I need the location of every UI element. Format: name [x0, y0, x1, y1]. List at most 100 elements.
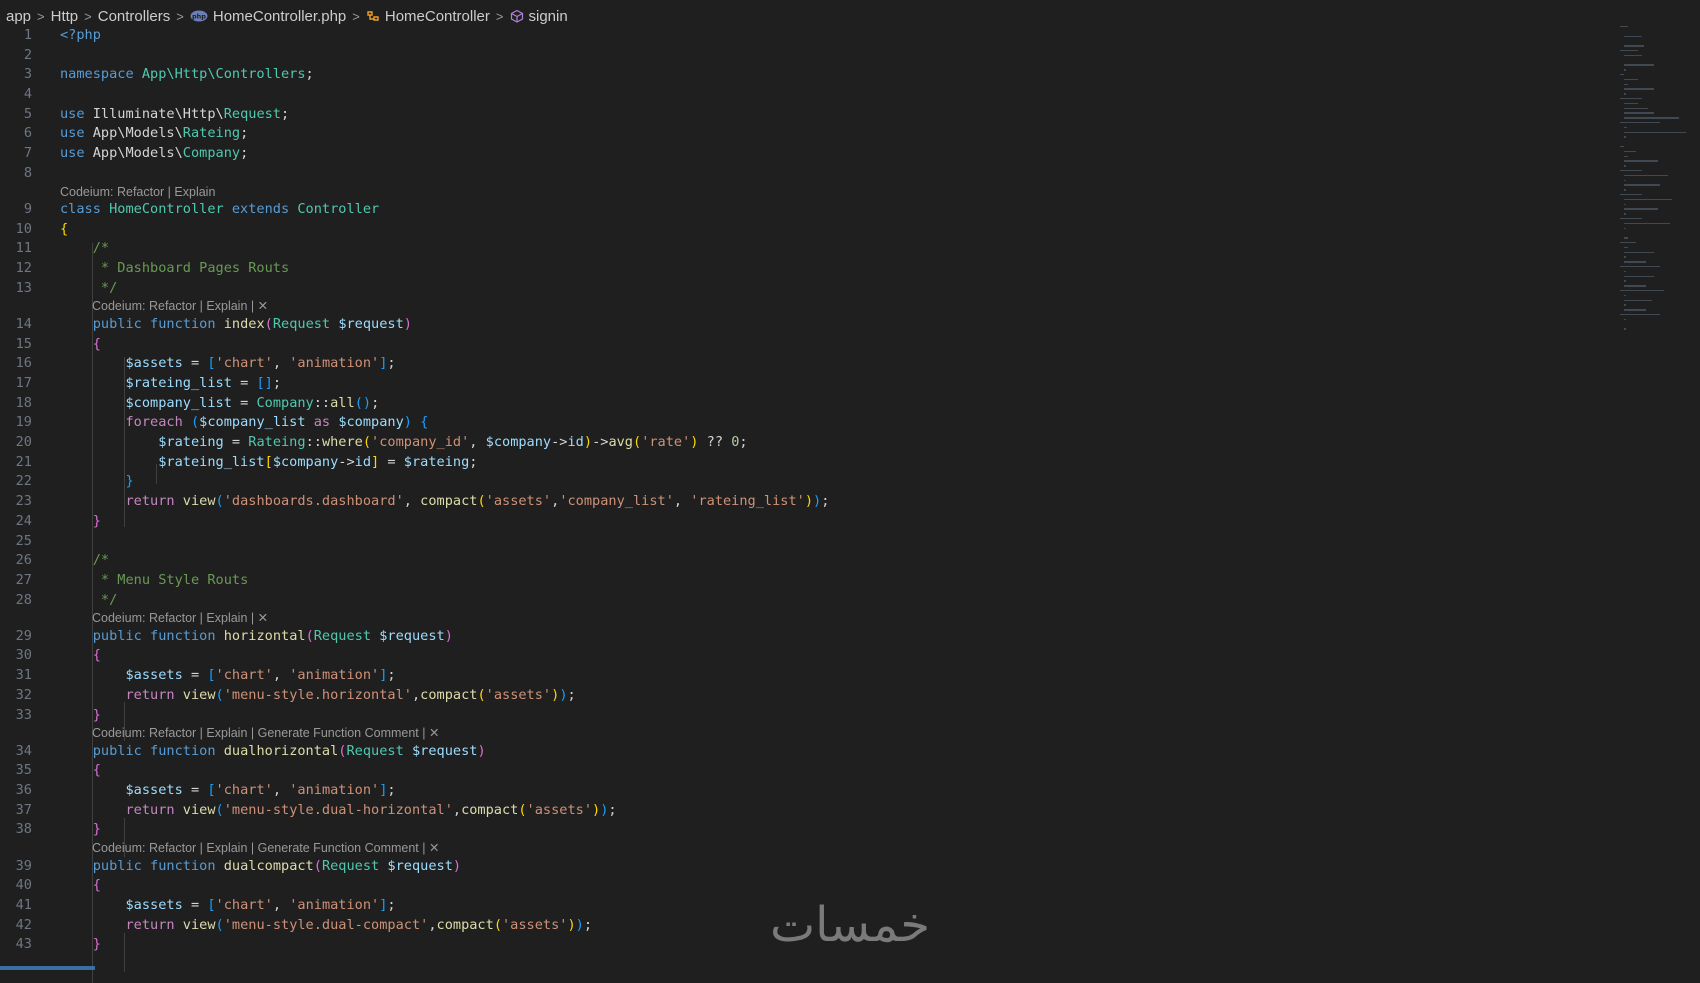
breadcrumb-class[interactable]: HomeController: [366, 8, 490, 25]
code-line: 18 $company_list = Company::all();: [15, 394, 380, 411]
code-line: 11 /*: [15, 240, 110, 257]
php-file-icon: php: [190, 10, 208, 22]
breadcrumb-app[interactable]: app: [6, 8, 31, 25]
code-line: 38 }: [15, 821, 101, 838]
minimap-row: [1620, 266, 1660, 268]
minimap-row: [1624, 280, 1626, 282]
code-line: 17 $rateing_list = [];: [15, 375, 282, 391]
minimap-row: [1624, 88, 1654, 90]
watermark-logo: خمسات: [769, 897, 931, 953]
minimap-row: [1624, 294, 1626, 297]
breadcrumb-separator: >: [84, 8, 92, 24]
breadcrumb-separator: >: [495, 8, 504, 24]
minimap-row: [1624, 174, 1668, 177]
minimap-row: [1624, 222, 1670, 225]
code-line: 30 {: [15, 647, 101, 664]
codeium-lens[interactable]: Codeium: Refactor | Explain | Generate F…: [0, 840, 1610, 857]
horizontal-scrollbar[interactable]: [0, 966, 95, 970]
minimap-row: [1624, 107, 1648, 109]
code-line: 21 $rateing_list[$company->id] = $ratein…: [15, 453, 478, 470]
breadcrumb-controllers[interactable]: Controllers: [98, 8, 171, 25]
code-line: 9 class HomeController extends Controller: [23, 201, 380, 217]
code-line: 23 return view('dashboards.dashboard', c…: [15, 493, 830, 510]
minimap-row: [1624, 150, 1636, 153]
code-line: 13 */: [15, 279, 118, 296]
breadcrumb-method[interactable]: signin: [510, 8, 568, 25]
code-line: 3 namespace App\Http\Controllers;: [23, 66, 314, 83]
code-line: 16 $assets = ['chart', 'animation'];: [15, 355, 396, 372]
minimap-row: [1624, 208, 1658, 210]
minimap-row: [1624, 155, 1628, 157]
minimap-row: [1620, 146, 1624, 148]
minimap-row: [1624, 203, 1626, 205]
minimap-row: [1624, 256, 1626, 258]
minimap-row: [1624, 102, 1638, 105]
minimap-row: [1624, 304, 1626, 306]
code-line: 33 }: [15, 706, 101, 723]
breadcrumb-separator: >: [176, 8, 184, 24]
minimap-row: [1624, 275, 1654, 277]
minimap-row: [1620, 218, 1642, 220]
code-line: 37 return view('menu-style.dual-horizont…: [15, 801, 617, 818]
class-symbol-icon: [366, 9, 380, 23]
minimap-row: [1624, 251, 1654, 253]
codeium-lens[interactable]: Codeium: Refactor | Explain | ✕: [0, 610, 1610, 627]
code-line: 31 $assets = ['chart', 'animation'];: [15, 667, 396, 684]
minimap-row: [1620, 194, 1642, 196]
minimap-row: [1624, 318, 1626, 321]
code-editor[interactable]: 1 <?php 2 3 namespace App\Http\Controllers…: [0, 26, 1610, 983]
minimap[interactable]: [1620, 26, 1700, 356]
breadcrumb-separator: >: [352, 8, 360, 24]
minimap-row: [1620, 98, 1642, 100]
code-line: 24 }: [15, 512, 101, 529]
minimap-row: [1624, 227, 1626, 229]
code-line: 6 use App\Models\Rateing;: [23, 125, 249, 142]
minimap-row: [1620, 314, 1660, 316]
code-line: 5 use Illuminate\Http\Request;: [23, 105, 290, 122]
minimap-row: [1624, 136, 1626, 138]
code-line: 35 {: [15, 762, 101, 779]
minimap-row: [1620, 290, 1664, 292]
breadcrumb-file[interactable]: php HomeController.php: [190, 8, 346, 25]
code-line: 10{: [15, 220, 69, 237]
code-line: 40 {: [15, 877, 101, 894]
code-line: 19 foreach ($company_list as $company) {: [15, 414, 429, 431]
minimap-row: [1624, 69, 1626, 71]
minimap-row: [1624, 112, 1654, 114]
minimap-row: [1624, 83, 1628, 85]
codeium-lens[interactable]: Codeium: Refactor | Explain: [0, 184, 1610, 201]
minimap-row: [1624, 270, 1626, 273]
codeium-lens[interactable]: Codeium: Refactor | Explain | ✕: [0, 298, 1610, 315]
code-line: 36 $assets = ['chart', 'animation'];: [15, 782, 396, 799]
minimap-row: [1624, 165, 1626, 167]
minimap-row: [1624, 179, 1626, 181]
minimap-row: [1624, 93, 1626, 95]
minimap-row: [1624, 328, 1626, 330]
minimap-row: [1624, 189, 1626, 191]
minimap-row: [1624, 237, 1628, 239]
code-line: 2: [23, 46, 32, 63]
minimap-row: [1620, 122, 1660, 124]
minimap-row: [1624, 131, 1686, 133]
code-line: 8: [23, 164, 32, 181]
code-line: 4: [23, 86, 32, 103]
breadcrumb-http[interactable]: Http: [51, 8, 79, 25]
minimap-row: [1620, 74, 1624, 76]
codeium-lens[interactable]: Codeium: Refactor | Explain | Generate F…: [0, 725, 1610, 742]
minimap-row: [1624, 35, 1642, 37]
code-line: 34 public function dualhorizontal(Reques…: [15, 742, 486, 759]
minimap-row: [1624, 117, 1679, 119]
code-line: 22 }: [15, 473, 134, 490]
minimap-row: [1624, 285, 1646, 287]
minimap-row: [1624, 184, 1660, 186]
code-line: 27 * Menu Style Routs: [15, 571, 249, 588]
minimap-row: [1620, 170, 1642, 172]
minimap-row: [1620, 50, 1638, 52]
code-line: 14 public function index(Request $reques…: [15, 315, 412, 332]
method-cube-icon: [510, 9, 524, 23]
minimap-row: [1620, 242, 1636, 244]
breadcrumb-method-label: signin: [528, 7, 568, 25]
code-line: 26 /*: [15, 552, 110, 569]
code-line: 28 */: [15, 591, 118, 608]
code-line: 15 {: [15, 335, 101, 352]
